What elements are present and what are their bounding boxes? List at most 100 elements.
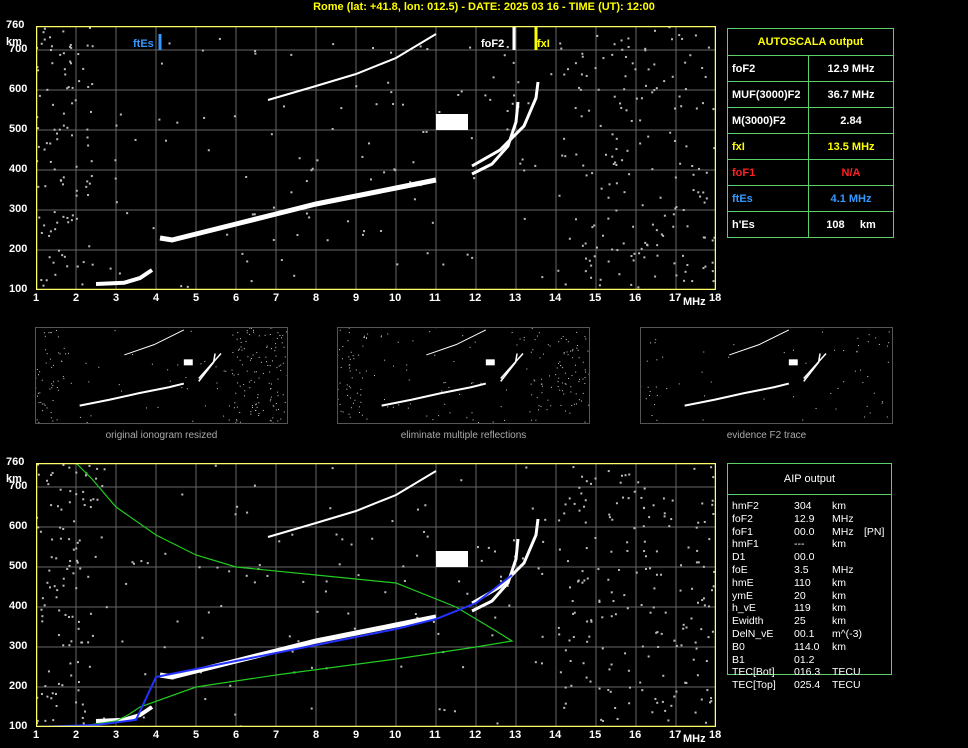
x-tick-label: 7: [273, 729, 280, 741]
thumbnail-original: [35, 327, 288, 424]
marker-fxi: fxI: [537, 38, 550, 50]
aip-row: B0 114.0 km: [732, 641, 968, 654]
x-tick-label: 1: [33, 729, 40, 741]
y-tick-label: 500: [9, 123, 28, 135]
y-unit-label: km: [6, 473, 22, 485]
x-tick-label: 13: [509, 292, 522, 304]
aip-u: km: [832, 589, 846, 602]
x-tick-label: 17: [669, 292, 682, 304]
aip-v: 110: [794, 576, 811, 589]
x-tick-label: 16: [629, 292, 642, 304]
aip-v: 114.0: [794, 640, 820, 653]
autoscala-value: N/A: [841, 166, 861, 179]
thumbnail-caption: eliminate multiple reflections: [400, 430, 527, 441]
aip-u: TECU: [832, 679, 861, 692]
x-tick-label: 10: [389, 292, 402, 304]
aip-u: m^(-3): [832, 627, 863, 640]
aip-k: hmF1: [732, 538, 759, 551]
autoscala-row: fxI 13.5 MHz: [728, 133, 893, 159]
aip-row: TEC[Top] 025.4 TECU: [732, 679, 968, 692]
aip-u: km: [832, 500, 846, 512]
y-tick-label: 600: [9, 83, 28, 95]
aip-u: MHz: [832, 525, 854, 538]
y-tick-label: 500: [9, 560, 28, 572]
y-tick-label: 300: [9, 203, 28, 215]
aip-k: Ewidth: [732, 615, 764, 628]
autoscala-key: fxI: [728, 134, 809, 159]
x-tick-label: 7: [273, 292, 280, 304]
autoscala-value: 12.9 MHz: [827, 62, 875, 75]
aip-row: foE 3.5 MHz: [732, 564, 968, 577]
aip-u: MHz: [832, 512, 854, 525]
aip-v: 00.0: [794, 551, 815, 564]
autoscala-row: MUF(3000)F2 36.7 MHz: [728, 81, 893, 107]
aip-k: D1: [732, 551, 746, 564]
x-tick-label: 13: [509, 729, 522, 741]
y-tick-label: 200: [9, 243, 28, 255]
x-tick-label: 15: [589, 292, 602, 304]
autoscala-row: foF2 12.9 MHz: [728, 55, 893, 81]
x-tick-label: 12: [469, 729, 482, 741]
x-tick-label: 6: [233, 292, 240, 304]
x-unit-label: MHz: [683, 296, 706, 308]
aip-v: 20: [794, 589, 806, 602]
x-tick-label: 2: [73, 729, 80, 741]
x-tick-label: 16: [629, 729, 642, 741]
autoscala-key: MUF(3000)F2: [728, 82, 809, 107]
aip-row: hmE 110 km: [732, 577, 968, 590]
autoscala-title: AUTOSCALA output: [757, 36, 864, 48]
x-tick-label: 11: [429, 729, 441, 741]
aip-k: TEC[Bot]: [732, 666, 775, 679]
y-tick-label: 100: [9, 283, 28, 295]
aip-k: TEC[Top]: [732, 679, 776, 692]
aip-row: ymE 20 km: [732, 590, 968, 603]
y-tick-label: 200: [9, 680, 28, 692]
aip-u: TECU: [832, 666, 861, 679]
aip-rows: hmF2 304 km foF2 12.9 MHz foF1 00.0 MHz [PN] hmF1 -…: [732, 500, 968, 692]
aip-row: h_vE 119 km: [732, 602, 968, 615]
aip-v: 304: [794, 500, 812, 512]
thumbnail-evidence-f2: [640, 327, 893, 424]
autoscala-row: foF1 N/A: [728, 159, 893, 185]
autoscala-key: ftEs: [728, 186, 809, 211]
aip-k: B0: [732, 640, 745, 653]
thumbnail-caption: original ionogram resized: [105, 430, 218, 441]
aip-k: foF1: [732, 525, 754, 538]
x-tick-label: 5: [193, 292, 200, 304]
autoscala-key: h'Es: [728, 212, 809, 237]
ionogram-plot-top: [36, 26, 716, 290]
aip-v: 00.1: [794, 627, 815, 640]
aip-v: 01.2: [794, 653, 815, 666]
aip-x: [PN]: [864, 525, 885, 538]
aip-row: B1 01.2: [732, 654, 968, 667]
aip-v: 016.3: [794, 666, 821, 679]
x-tick-label: 17: [669, 729, 682, 741]
aip-u: km: [832, 538, 846, 551]
aip-v: 25: [794, 615, 806, 628]
x-tick-label: 15: [589, 729, 602, 741]
x-tick-label: 11: [429, 292, 441, 304]
aip-v: 025.4: [794, 679, 821, 692]
y-unit-label: km: [6, 36, 22, 48]
aip-v: 00.0: [794, 525, 815, 538]
x-tick-label: 14: [549, 292, 562, 304]
x-tick-label: 2: [73, 292, 80, 304]
autoscala-output-table: AUTOSCALA output foF2 12.9 MHz MUF(3000)F2…: [727, 28, 894, 238]
x-tick-label: 6: [233, 729, 240, 741]
autoscala-row: M(3000)F2 2.84: [728, 107, 893, 133]
aip-row: DelN_vE 00.1 m^(-3): [732, 628, 968, 641]
y-tick-label: 100: [9, 720, 28, 732]
aip-v: 119: [794, 602, 811, 615]
x-tick-label: 3: [113, 292, 120, 304]
aip-row: hmF1 --- km: [732, 538, 968, 551]
aip-u: km: [832, 640, 846, 653]
aip-v: 12.9: [794, 512, 815, 525]
y-tick-label: 760: [6, 19, 25, 31]
y-tick-label: 600: [9, 520, 28, 532]
x-unit-label: MHz: [683, 733, 706, 745]
ionogram-header: Rome (lat: +41.8, lon: 012.5) - DATE: 20…: [313, 1, 655, 13]
autoscala-row: ftEs 4.1 MHz: [728, 185, 893, 211]
x-tick-label: 4: [153, 292, 160, 304]
x-tick-label: 5: [193, 729, 200, 741]
y-tick-label: 300: [9, 640, 28, 652]
